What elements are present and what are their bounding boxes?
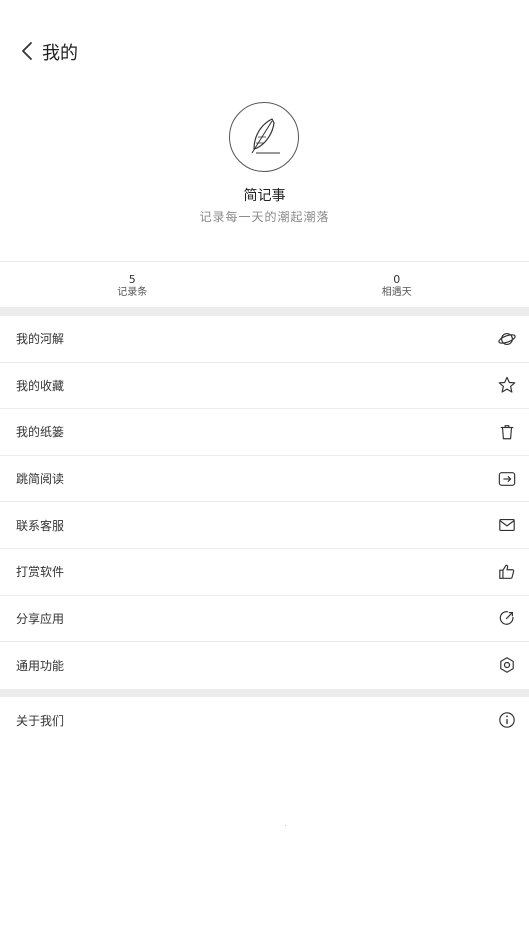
menu-item-trash[interactable]: 我的纸篓: [0, 409, 529, 456]
menu-label: 我的收藏: [16, 378, 65, 393]
menu-label: 关于我们: [16, 713, 65, 728]
menu-item-favorites[interactable]: 我的收藏: [0, 363, 529, 410]
menu-item-share[interactable]: 分享应用: [0, 596, 529, 643]
info-icon: [497, 710, 517, 730]
app-slogan: 记录每一天的潮起潮落: [199, 210, 330, 224]
star-icon: [497, 375, 517, 395]
profile-page: 我的 简记事 记录每一天的潮起潮落 5 记录条 0 相遇天 我的河解 我的收藏 …: [0, 0, 529, 940]
gear-icon: [497, 655, 517, 675]
planet-icon: [497, 329, 517, 349]
menu-item-about[interactable]: 关于我们: [0, 697, 529, 744]
section-divider: [0, 307, 529, 316]
header: 我的: [0, 0, 529, 100]
app-logo: [229, 102, 299, 172]
page-title: 我的: [42, 43, 78, 64]
app-name: 简记事: [243, 188, 286, 204]
menu-label: 通用功能: [16, 658, 65, 673]
thumbs-up-icon: [497, 562, 517, 582]
profile-section: 简记事 记录每一天的潮起潮落: [0, 100, 529, 240]
feather-icon: [251, 118, 280, 154]
back-button[interactable]: [14, 38, 40, 64]
menu-label: 联系客服: [16, 518, 65, 533]
stat-label: 相遇天: [381, 286, 412, 298]
menu-label: 打赏软件: [16, 565, 65, 580]
menu-item-tip[interactable]: 打赏软件: [0, 549, 529, 596]
menu-group-about: 关于我们: [0, 697, 529, 744]
trash-icon: [497, 422, 517, 442]
menu-label: 分享应用: [16, 611, 65, 626]
stats-bar: 5 记录条 0 相遇天: [0, 261, 529, 307]
menu-label: 我的河解: [16, 332, 65, 347]
menu-item-general[interactable]: 通用功能: [0, 642, 529, 689]
menu-item-my-notes[interactable]: 我的河解: [0, 316, 529, 363]
stat-value: 5: [128, 272, 136, 286]
menu-item-contact[interactable]: 联系客服: [0, 502, 529, 549]
stat-records[interactable]: 5 记录条: [0, 262, 265, 307]
menu-label: 我的纸篓: [16, 425, 65, 440]
section-divider: [0, 689, 529, 697]
menu-group-main: 我的河解 我的收藏 我的纸篓 跳简阅读 联系客服 打赏软件 分享应用 通用功能: [0, 316, 529, 689]
chevron-left-icon: [22, 42, 32, 60]
mail-icon: [497, 515, 517, 535]
stat-value: 0: [393, 272, 401, 286]
menu-item-reading[interactable]: 跳简阅读: [0, 456, 529, 503]
stat-days[interactable]: 0 相遇天: [265, 262, 529, 307]
export-icon: [497, 469, 517, 489]
menu-label: 跳简阅读: [16, 472, 65, 487]
stat-label: 记录条: [117, 286, 148, 298]
share-icon: [497, 608, 517, 628]
decorative-dot: [285, 825, 286, 826]
